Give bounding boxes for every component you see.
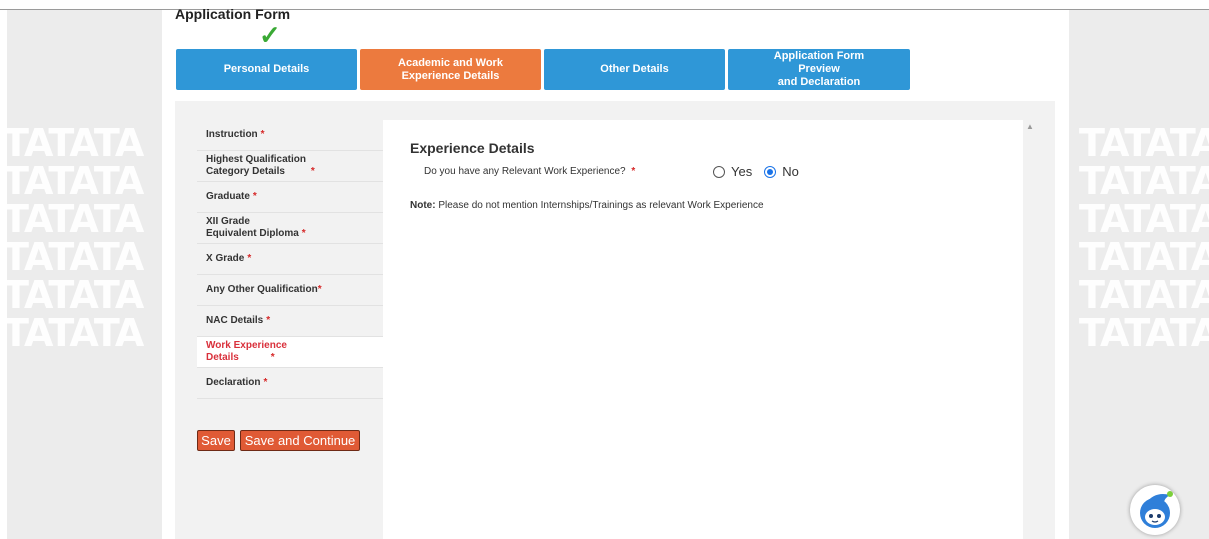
step-other-details[interactable]: Other Details — [544, 49, 725, 90]
sidebar-item-work-experience[interactable]: Work Experience Details * — [197, 337, 383, 368]
sidebar-item-other-qualification[interactable]: Any Other Qualification * — [197, 275, 383, 306]
radio-yes-label[interactable]: Yes — [731, 164, 752, 179]
section-title: Experience Details — [410, 140, 535, 156]
sidebar-item-x-grade[interactable]: X Grade * — [197, 244, 383, 275]
sidebar-item-nac-details[interactable]: NAC Details * — [197, 306, 383, 337]
right-watermark-band: TATATA TATATA TATATA TATATA TATATA TATAT… — [1069, 9, 1209, 539]
experience-question: Do you have any Relevant Work Experience… — [424, 166, 636, 177]
content-scrollbar[interactable]: ▲ — [1023, 120, 1037, 539]
chatbot-icon — [1140, 491, 1173, 528]
step-academic-work-experience[interactable]: Academic and Work Experience Details — [360, 49, 541, 90]
experience-content: Experience Details Do you have any Relev… — [383, 120, 1023, 539]
section-sidebar: Instruction * Highest Qualification Categ… — [197, 120, 383, 399]
chatbot-button[interactable] — [1130, 485, 1180, 535]
checkmark-icon: ✓ — [259, 20, 281, 50]
sidebar-item-highest-qualification[interactable]: Highest Qualification Category Details * — [197, 151, 383, 182]
sidebar-item-instruction[interactable]: Instruction * — [197, 120, 383, 151]
note-text: Note: Please do not mention Internships/… — [410, 200, 764, 211]
radio-no[interactable] — [764, 165, 777, 178]
step-preview-declaration[interactable]: Application Form Preview and Declaration — [728, 49, 910, 90]
scroll-up-arrow-icon[interactable]: ▲ — [1025, 122, 1035, 132]
save-and-continue-button[interactable]: Save and Continue — [240, 430, 360, 451]
radio-no-label[interactable]: No — [782, 164, 799, 179]
left-watermark-band: TATATA TATATA TATATA TATATA TATATA TATAT… — [7, 9, 162, 539]
save-button[interactable]: Save — [197, 430, 235, 451]
step-personal-details[interactable]: Personal Details — [176, 49, 357, 90]
sidebar-item-declaration[interactable]: Declaration * — [197, 368, 383, 399]
sidebar-item-graduate[interactable]: Graduate * — [197, 182, 383, 213]
experience-radio-group: Yes No — [713, 164, 811, 179]
radio-yes[interactable] — [713, 165, 725, 178]
sidebar-item-xii-grade[interactable]: XII Grade Equivalent Diploma * — [197, 213, 383, 244]
